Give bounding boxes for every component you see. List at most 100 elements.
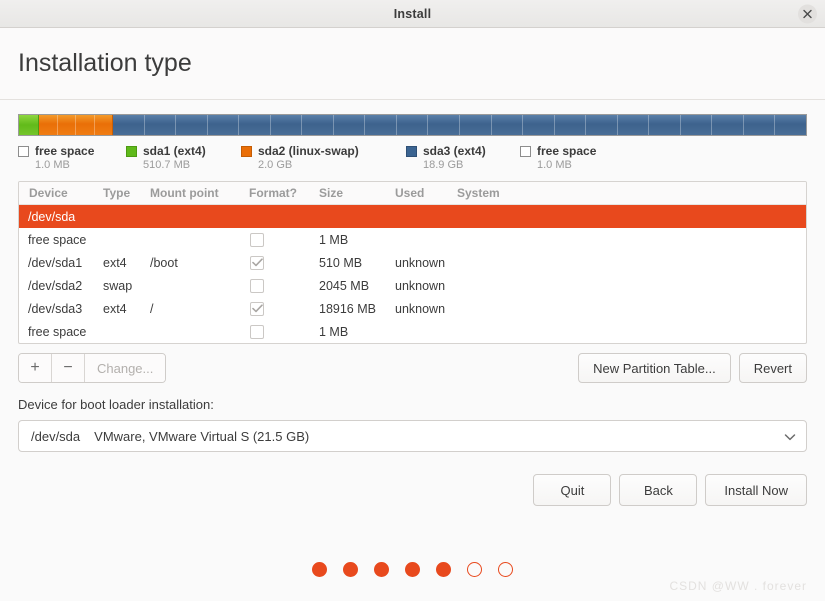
column-header-size[interactable]: Size [319, 186, 395, 200]
cell-format [249, 324, 319, 339]
format-checkbox[interactable] [250, 278, 264, 293]
cell-type: ext4 [103, 255, 127, 270]
format-checkbox[interactable] [250, 232, 264, 247]
cell-size: 510 MB [319, 255, 363, 270]
format-checkbox-checked[interactable] [250, 301, 264, 316]
table-row[interactable]: /dev/sda1 ext4 /boot 510 MB unknown [19, 251, 806, 274]
table-row[interactable]: free space 1 MB [19, 320, 806, 343]
close-button[interactable] [798, 4, 817, 23]
legend-item: free space 1.0 MB [18, 144, 126, 171]
legend-label: free space [35, 144, 95, 158]
cell-format [249, 301, 319, 316]
change-partition-button: Change... [85, 354, 166, 382]
bootloader-device-path: /dev/sda [31, 428, 81, 444]
cell-type: swap [103, 278, 133, 293]
quit-button[interactable]: Quit [533, 474, 612, 506]
segment-ticks [39, 115, 112, 135]
revert-button[interactable]: Revert [738, 353, 807, 383]
column-header-mount-point[interactable]: Mount point [150, 186, 249, 200]
column-header-system[interactable]: System [457, 186, 577, 200]
cell-device: free space [28, 232, 87, 247]
format-checkbox-checked[interactable] [250, 255, 264, 270]
cell-mount-point: / [150, 301, 154, 316]
column-header-type[interactable]: Type [103, 186, 150, 200]
cell-device: /dev/sda3 [28, 301, 83, 316]
wizard-progress-dots [0, 562, 825, 577]
disk-segment-sda3[interactable] [113, 115, 806, 135]
column-header-used[interactable]: Used [395, 186, 457, 200]
cell-size: 2045 MB [319, 278, 370, 293]
disk-segment-sda1[interactable] [19, 115, 39, 135]
table-action-buttons: New Partition Table... Revert [578, 353, 807, 383]
table-row[interactable]: free space 1 MB [19, 228, 806, 251]
progress-dot-3[interactable] [374, 562, 389, 577]
progress-dot-4[interactable] [405, 562, 420, 577]
install-now-button[interactable]: Install Now [705, 474, 807, 506]
bootloader-selected-value: /dev/sda VMware, VMware Virtual S (21.5 … [31, 429, 309, 444]
bootloader-label: Device for boot loader installation: [18, 397, 214, 412]
table-row[interactable]: /dev/sda3 ext4 / 18916 MB unknown [19, 297, 806, 320]
legend-item: free space 1.0 MB [520, 144, 596, 171]
window-titlebar: Install [0, 0, 825, 28]
bootloader-device-description: VMware, VMware Virtual S (21.5 GB) [94, 428, 310, 444]
cell-format [249, 255, 319, 270]
table-row[interactable]: /dev/sda [19, 205, 806, 228]
chevron-down-icon [784, 429, 796, 444]
add-partition-button[interactable]: + [19, 354, 52, 382]
partition-table: Device Type Mount point Format? Size Use… [18, 181, 807, 344]
watermark-text: CSDN @WW . forever [669, 579, 807, 593]
legend-label: free space [537, 144, 597, 158]
disk-usage-bar-wrap [18, 100, 807, 136]
disk-segment-sda2[interactable] [39, 115, 113, 135]
cell-type: ext4 [103, 301, 127, 316]
legend-size: 1.0 MB [537, 159, 572, 171]
format-checkbox[interactable] [250, 324, 264, 339]
cell-format [249, 278, 319, 293]
disk-usage-bar [18, 114, 807, 136]
cell-used: unknown [395, 255, 446, 270]
cell-device: /dev/sda [28, 209, 76, 224]
content-area: free space 1.0 MB sda1 (ext4) 510.7 MB s… [0, 100, 825, 506]
cell-device: /dev/sda2 [28, 278, 83, 293]
cell-used: unknown [395, 278, 446, 293]
column-header-format[interactable]: Format? [249, 186, 319, 200]
page-title: Installation type [18, 49, 192, 77]
progress-dot-7[interactable] [498, 562, 513, 577]
partition-edit-controls: + − Change... [18, 353, 167, 383]
table-row[interactable]: /dev/sda2 swap 2045 MB unknown [19, 274, 806, 297]
sda2-swatch-icon [241, 145, 252, 157]
checkmark-icon [251, 258, 263, 267]
progress-dot-1[interactable] [312, 562, 327, 577]
disk-legend: free space 1.0 MB sda1 (ext4) 510.7 MB s… [18, 144, 807, 171]
cell-used: unknown [395, 301, 446, 316]
cell-mount-point: /boot [150, 255, 178, 270]
back-button[interactable]: Back [619, 474, 698, 506]
bootloader-device-select[interactable]: /dev/sda VMware, VMware Virtual S (21.5 … [18, 420, 807, 452]
legend-size: 2.0 GB [258, 159, 293, 171]
legend-size: 18.9 GB [423, 159, 464, 171]
legend-item: sda3 (ext4) 18.9 GB [406, 144, 520, 171]
progress-dot-5[interactable] [436, 562, 451, 577]
column-header-device[interactable]: Device [19, 186, 103, 200]
window-title: Install [393, 6, 432, 21]
cell-format [249, 232, 319, 247]
legend-label: sda3 (ext4) [423, 144, 486, 158]
close-icon [803, 9, 812, 18]
wizard-footer-buttons: Quit Back Install Now [18, 474, 807, 506]
progress-dot-6[interactable] [467, 562, 482, 577]
sda1-swatch-icon [126, 145, 137, 157]
progress-dot-2[interactable] [343, 562, 358, 577]
page-header: Installation type [0, 28, 825, 100]
table-header-row: Device Type Mount point Format? Size Use… [19, 182, 806, 205]
legend-size: 510.7 MB [143, 159, 191, 171]
new-partition-table-button[interactable]: New Partition Table... [578, 353, 731, 383]
free-space-swatch-icon-2 [520, 145, 531, 157]
checkmark-icon [251, 304, 263, 313]
legend-size: 1.0 MB [35, 159, 70, 171]
remove-partition-button[interactable]: − [52, 354, 85, 382]
cell-device: /dev/sda1 [28, 255, 83, 270]
legend-item: sda2 (linux-swap) 2.0 GB [241, 144, 406, 171]
sda3-swatch-icon [406, 145, 417, 157]
legend-item: sda1 (ext4) 510.7 MB [126, 144, 241, 171]
legend-label: sda2 (linux-swap) [258, 144, 359, 158]
